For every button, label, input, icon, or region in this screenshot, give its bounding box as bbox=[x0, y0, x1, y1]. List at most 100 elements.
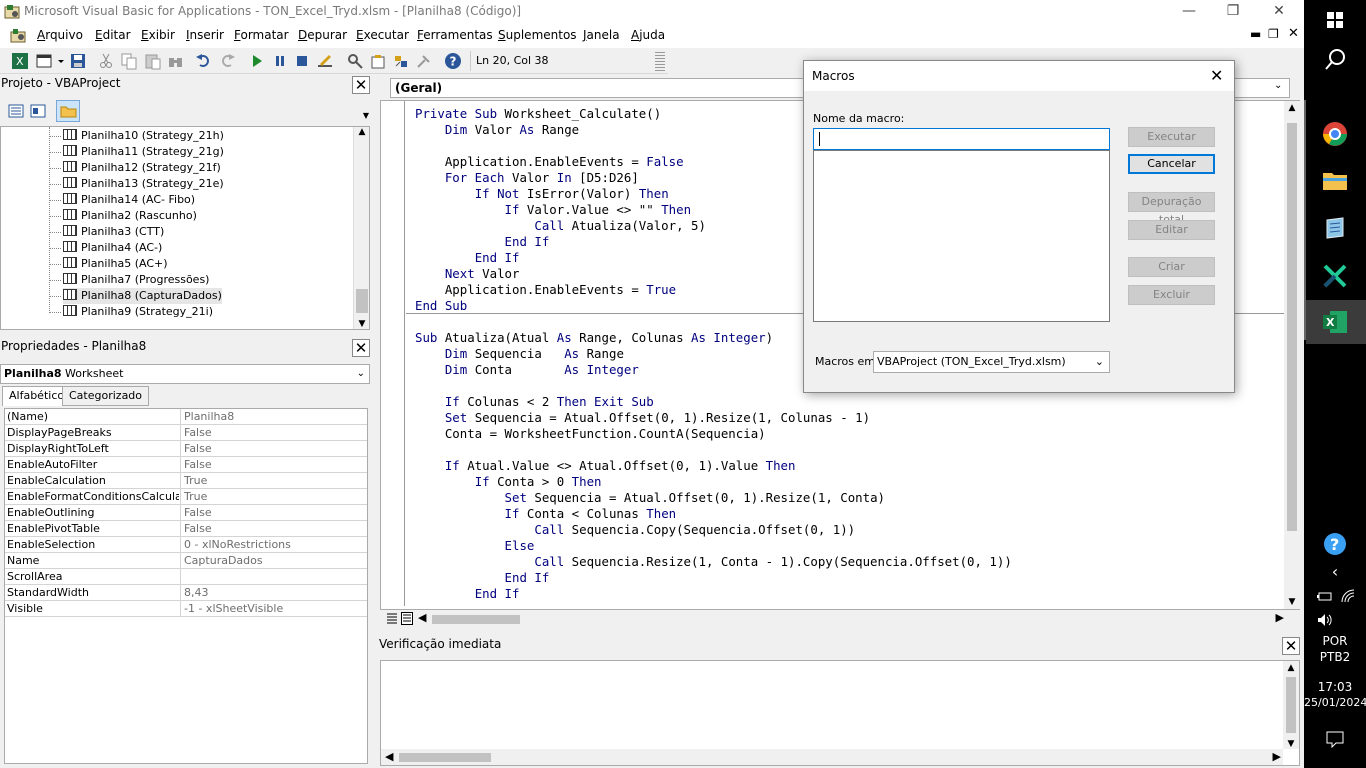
toolbox-icon[interactable] bbox=[415, 52, 433, 70]
scroll-down-arrow-icon[interactable]: ▼ bbox=[1283, 739, 1299, 749]
project-tree-item[interactable]: Planilha13 (Strategy_21e) bbox=[63, 176, 224, 192]
scroll-left-arrow-icon[interactable]: ◀ bbox=[385, 750, 393, 763]
property-value[interactable]: -1 - xlSheetVisible bbox=[180, 601, 367, 616]
menu-executar[interactable]: Executar bbox=[356, 28, 409, 42]
scroll-left-arrow-icon[interactable]: ◀ bbox=[418, 611, 426, 624]
help-tips-icon[interactable]: ? bbox=[1319, 528, 1351, 560]
volume-icon[interactable] bbox=[1316, 612, 1334, 628]
properties-object-select[interactable]: Planilha8 Worksheet ⌄ bbox=[0, 364, 370, 384]
code-scroll-thumb[interactable] bbox=[1287, 123, 1297, 531]
excel-icon[interactable]: X bbox=[1319, 306, 1351, 338]
project-tree-scroll-thumb[interactable] bbox=[356, 289, 368, 313]
macro-name-input[interactable] bbox=[813, 128, 1110, 150]
menu-editar[interactable]: Editar bbox=[95, 28, 131, 42]
toggle-folders-button[interactable] bbox=[56, 100, 80, 122]
property-value[interactable]: False bbox=[180, 457, 367, 472]
clock-time[interactable]: 17:03 bbox=[1304, 680, 1366, 694]
project-tree-item[interactable]: Planilha3 (CTT) bbox=[63, 224, 164, 240]
property-row[interactable]: EnableAutoFilter False bbox=[5, 457, 367, 473]
save-icon[interactable] bbox=[69, 52, 87, 70]
mdi-restore-button[interactable]: ❐ bbox=[1268, 27, 1279, 41]
design-mode-icon[interactable] bbox=[316, 52, 334, 70]
dialog-close-button[interactable]: ✕ bbox=[1210, 66, 1223, 85]
property-row[interactable]: DisplayRightToLeft False bbox=[5, 441, 367, 457]
view-code-icon[interactable] bbox=[8, 104, 24, 118]
project-tree-scrollbar[interactable]: ▲ ▼ bbox=[353, 127, 369, 329]
scroll-up-arrow-icon[interactable]: ▲ bbox=[1283, 663, 1299, 673]
chrome-icon[interactable] bbox=[1319, 118, 1351, 150]
property-value[interactable]: False bbox=[180, 441, 367, 456]
scroll-right-arrow-icon[interactable]: ▶ bbox=[1273, 750, 1281, 763]
vba-menu-icon[interactable] bbox=[10, 28, 26, 44]
property-row[interactable]: Name CapturaDados bbox=[5, 553, 367, 569]
tab-alfabetico[interactable]: Alfabético bbox=[2, 386, 72, 406]
property-row[interactable]: Visible -1 - xlSheetVisible bbox=[5, 601, 367, 617]
property-row[interactable]: StandardWidth 8,43 bbox=[5, 585, 367, 601]
project-tree-item[interactable]: Planilha7 (Progressões) bbox=[63, 272, 209, 288]
property-value[interactable]: True bbox=[180, 473, 367, 488]
code-hscroll-thumb[interactable] bbox=[432, 615, 520, 624]
property-value[interactable]: 8,43 bbox=[180, 585, 367, 600]
wifi-icon[interactable] bbox=[1340, 588, 1356, 604]
notifications-icon[interactable] bbox=[1326, 730, 1344, 748]
project-tree-item[interactable]: Planilha10 (Strategy_21h) bbox=[63, 128, 224, 144]
immediate-vertical-scrollbar[interactable]: ▲ ▼ bbox=[1283, 661, 1299, 749]
property-value[interactable]: 0 - xlNoRestrictions bbox=[180, 537, 367, 552]
excel-view-icon[interactable]: X bbox=[11, 52, 29, 70]
immediate-horizontal-scrollbar[interactable]: ◀ ▶ bbox=[381, 749, 1283, 765]
windows-start-icon[interactable] bbox=[1319, 4, 1351, 36]
property-row[interactable]: EnableSelection 0 - xlNoRestrictions bbox=[5, 537, 367, 553]
keyboard-layout[interactable]: PTB2 bbox=[1304, 650, 1366, 664]
immediate-window[interactable]: ▲ ▼ ◀ ▶ bbox=[380, 660, 1300, 766]
property-value[interactable]: Planilha8 bbox=[180, 409, 367, 424]
immediate-hscroll-thumb[interactable] bbox=[399, 753, 491, 762]
immediate-panel-close-button[interactable]: ✕ bbox=[1282, 637, 1300, 655]
toolbar-grip[interactable] bbox=[655, 52, 665, 72]
project-tree-item[interactable]: Planilha5 (AC+) bbox=[63, 256, 168, 272]
search-icon[interactable] bbox=[1319, 44, 1351, 76]
property-value[interactable]: True bbox=[180, 489, 367, 504]
macros-in-select[interactable]: VBAProject (TON_Excel_Tryd.xlsm) ⌄ bbox=[873, 351, 1110, 373]
run-macro-button[interactable]: Executar bbox=[1128, 127, 1215, 147]
tab-categorizado[interactable]: Categorizado bbox=[62, 386, 150, 406]
property-row[interactable]: (Name) Planilha8 bbox=[5, 409, 367, 425]
menu-suplementos[interactable]: Suplementos bbox=[498, 28, 577, 42]
code-horizontal-scrollbar[interactable]: ◀ ▶ bbox=[416, 611, 1284, 627]
macro-list[interactable] bbox=[813, 150, 1110, 322]
object-browser-icon[interactable] bbox=[392, 52, 410, 70]
run-icon[interactable] bbox=[248, 52, 266, 70]
properties-panel-close-button[interactable]: ✕ bbox=[352, 339, 370, 357]
mdi-close-button[interactable]: ✕ bbox=[1288, 26, 1299, 41]
property-value[interactable]: False bbox=[180, 425, 367, 440]
procedure-view-icon[interactable] bbox=[386, 612, 398, 625]
project-toolbar-scroll[interactable]: ▼ bbox=[358, 108, 374, 124]
project-tree-item[interactable]: Planilha4 (AC-) bbox=[63, 240, 162, 256]
project-tree-item[interactable]: Planilha9 (Strategy_21i) bbox=[63, 304, 213, 320]
input-language[interactable]: POR bbox=[1304, 634, 1366, 648]
copy-icon[interactable] bbox=[120, 52, 138, 70]
project-tree-item[interactable]: Planilha11 (Strategy_21g) bbox=[63, 144, 224, 160]
code-vertical-scrollbar[interactable]: ▲ ▼ bbox=[1284, 101, 1300, 609]
view-object-icon[interactable] bbox=[30, 104, 46, 118]
project-tree-item[interactable]: Planilha12 (Strategy_21f) bbox=[63, 160, 221, 176]
menu-janela[interactable]: Janela bbox=[583, 28, 620, 42]
pause-icon[interactable] bbox=[271, 52, 289, 70]
battery-icon[interactable] bbox=[1316, 588, 1334, 604]
property-row[interactable]: ScrollArea bbox=[5, 569, 367, 585]
menu-ferramentas[interactable]: Ferramentas bbox=[417, 28, 493, 42]
dropdown-arrow-icon[interactable] bbox=[56, 52, 66, 70]
insert-form-icon[interactable] bbox=[35, 52, 53, 70]
scroll-right-arrow-icon[interactable]: ▶ bbox=[1276, 611, 1284, 624]
redo-icon[interactable] bbox=[218, 52, 236, 70]
edit-macro-button[interactable]: Editar bbox=[1128, 220, 1215, 240]
undo-icon[interactable] bbox=[195, 52, 213, 70]
project-panel-close-button[interactable]: ✕ bbox=[352, 76, 370, 94]
menu-depurar[interactable]: Depurar bbox=[298, 28, 347, 42]
cancel-button[interactable]: Cancelar bbox=[1128, 154, 1215, 174]
properties-window-icon[interactable] bbox=[369, 52, 387, 70]
notepad-icon[interactable] bbox=[1319, 212, 1351, 244]
menu-ajuda[interactable]: Ajuda bbox=[631, 28, 665, 42]
immediate-scroll-thumb[interactable] bbox=[1286, 677, 1296, 733]
find-icon[interactable] bbox=[167, 52, 185, 70]
mdi-minimize-button[interactable]: ▬ bbox=[1250, 27, 1261, 41]
